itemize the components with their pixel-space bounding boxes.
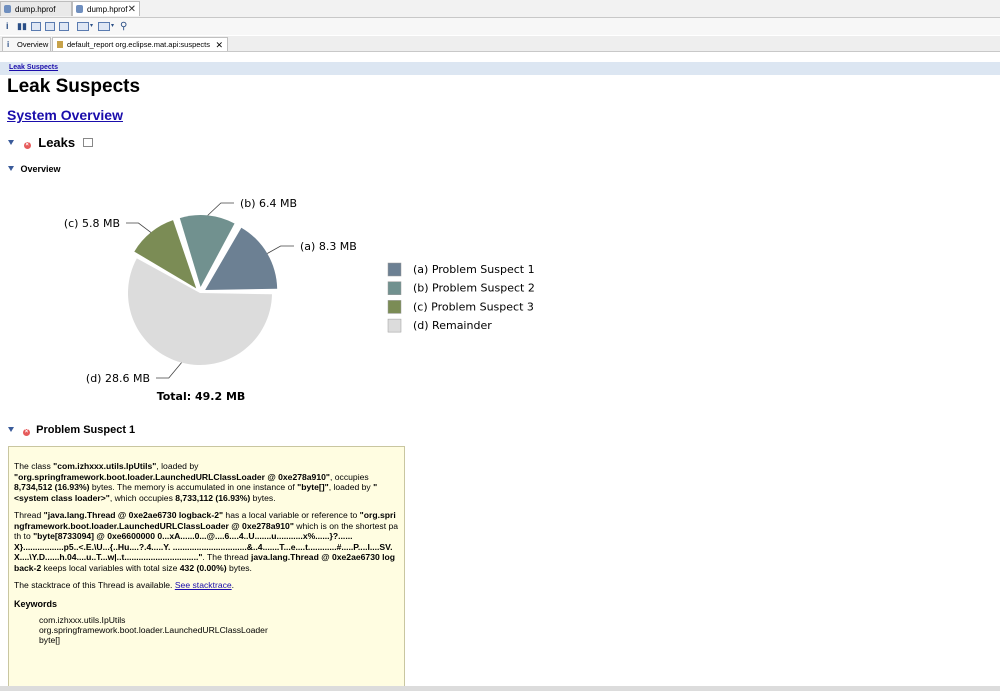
pie-slice-label: (b) 6.4 MB <box>240 197 297 210</box>
problem-suspect-1-panel: The class "com.izhxxx.utils.IpUtils", lo… <box>8 446 405 691</box>
keywords-title: Keywords <box>14 598 58 609</box>
stacktrace-note: The stacktrace of this Thread is availab… <box>14 580 399 591</box>
text: . <box>231 580 235 590</box>
local-variable-size: 432 (0.00%) <box>179 562 227 573</box>
text: bytes. <box>250 492 276 503</box>
keyword-item: org.springframework.boot.loader.Launched… <box>39 625 268 635</box>
pie-slice-label: (d) 28.6 MB <box>86 372 150 385</box>
text: keeps local variables with total size <box>41 562 180 573</box>
text: has a local variable or reference to <box>223 510 360 520</box>
problem-suspect-1-heading[interactable]: × Problem Suspect 1 <box>8 424 135 436</box>
legend-swatch <box>387 281 402 295</box>
keyword-item: com.izhxxx.utils.IpUtils <box>39 615 126 625</box>
class-name: "com.izhxxx.utils.IpUtils" <box>53 461 157 471</box>
text: . The thread <box>202 552 251 562</box>
pie-slice-label: (a) 8.3 MB <box>300 240 357 253</box>
text: The class <box>14 461 54 471</box>
problem-suspect-1-title: Problem Suspect 1 <box>36 424 136 436</box>
thread-description: Thread "java.lang.Thread @ 0xe2ae6730 lo… <box>14 510 399 573</box>
legend-entry: (c) Problem Suspect 3 <box>413 300 534 313</box>
suspect-description: The class "com.izhxxx.utils.IpUtils", lo… <box>14 461 399 503</box>
keyword-item: byte[] <box>39 635 61 645</box>
chart-total-label: Total: 49.2 MB <box>157 390 246 403</box>
pie-leader-line <box>156 362 182 379</box>
instance-size: 8,733,112 (16.93%) <box>175 492 251 503</box>
error-icon: × <box>23 429 31 436</box>
see-stacktrace-link[interactable]: See stacktrace <box>175 580 232 590</box>
text: , occupies <box>329 471 369 482</box>
text: bytes. The memory is accumulated in one … <box>89 482 298 492</box>
pie-leader-line <box>207 202 234 216</box>
legend-swatch <box>387 300 402 314</box>
text: , which occupies <box>109 492 176 503</box>
text: bytes. <box>226 562 252 573</box>
pie-leader-line <box>126 222 152 233</box>
instance-type: "byte[]" <box>297 482 329 492</box>
text: The stacktrace of this Thread is availab… <box>14 580 175 590</box>
chevron-down-icon[interactable] <box>8 427 14 432</box>
text: , loaded by <box>156 461 199 471</box>
legend-swatch <box>387 318 402 333</box>
retained-size: 8,734,512 (16.93%) <box>14 482 90 492</box>
text: , loaded by <box>328 482 374 492</box>
pie-leader-line <box>267 245 294 254</box>
legend-entry: (b) Problem Suspect 2 <box>413 282 535 295</box>
horizontal-scrollbar[interactable] <box>0 686 1000 691</box>
thread-name: "java.lang.Thread @ 0xe2ae6730 logback-2… <box>43 510 224 520</box>
legend-entry: (a) Problem Suspect 1 <box>413 263 535 276</box>
legend-swatch <box>387 262 402 277</box>
legend-entry: (d) Remainder <box>413 319 492 332</box>
text: Thread <box>14 510 44 520</box>
pie-slice-label: (c) 5.8 MB <box>64 217 120 230</box>
class-loader: "org.springframework.boot.loader.Launche… <box>14 471 330 482</box>
leak-pie-chart: (a) 8.3 MB (b) 6.4 MB (c) 5.8 MB (d) 28.6 M… <box>64 197 535 403</box>
